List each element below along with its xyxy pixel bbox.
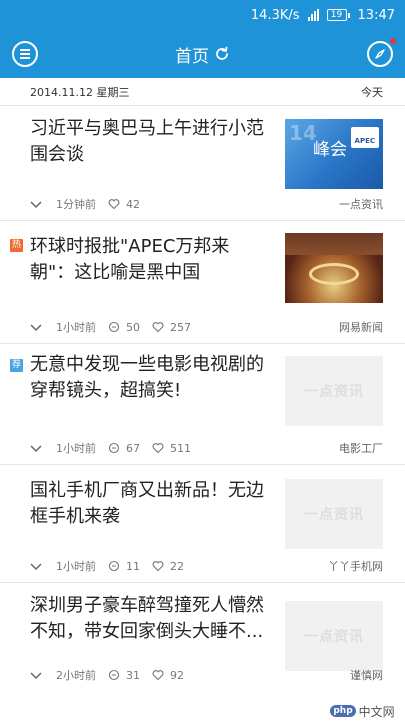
- comment-count: 67: [126, 441, 140, 455]
- chevron-down-icon[interactable]: [30, 670, 42, 680]
- heart-icon[interactable]: [152, 442, 164, 454]
- php-logo: php: [330, 705, 356, 717]
- page-title: 首页: [175, 46, 209, 67]
- clock: 13:47: [357, 7, 395, 23]
- signal-icon: [307, 9, 319, 21]
- news-item[interactable]: 深圳男子豪车醉驾撞死人懵然不知，带女回家倒头大睡不... 一点资讯 2小时前 3…: [0, 583, 405, 703]
- recommend-tag: 荐: [10, 359, 23, 372]
- news-meta: 1分钟前 42 一点资讯: [30, 196, 383, 212]
- news-time: 1小时前: [56, 321, 96, 334]
- comment-icon[interactable]: [108, 321, 120, 333]
- today-label: 今天: [361, 85, 383, 99]
- news-title[interactable]: 环球时报批"APEC万邦来朝"：这比喻是黑中国: [30, 234, 270, 286]
- news-thumbnail[interactable]: 一点资讯: [285, 479, 383, 549]
- news-source: 谨慎网: [350, 669, 383, 682]
- thumbnail-placeholder: 一点资讯: [304, 507, 364, 523]
- hot-tag: 热: [10, 239, 23, 252]
- news-source: 网易新闻: [339, 321, 383, 334]
- like-count: 42: [126, 197, 140, 211]
- thumbnail-placeholder: 一点资讯: [304, 629, 364, 645]
- app-bar: 首页: [0, 30, 405, 78]
- comment-icon[interactable]: [108, 560, 120, 572]
- news-meta: 1小时前 11 22 丫丫手机网: [30, 558, 383, 574]
- date-bar: 2014.11.12 星期三 今天: [0, 78, 405, 106]
- news-item[interactable]: 国礼手机厂商又出新品！无边框手机来袭 一点资讯 1小时前 11 22 丫丫手机网: [0, 465, 405, 583]
- heart-icon[interactable]: [152, 560, 164, 572]
- news-source: 一点资讯: [339, 198, 383, 211]
- news-time: 1小时前: [56, 442, 96, 455]
- watermark-text: 中文网: [358, 704, 395, 719]
- news-title[interactable]: 无意中发现一些电影电视剧的穿帮镜头，超搞笑!: [30, 352, 270, 404]
- news-time: 1分钟前: [56, 198, 96, 211]
- news-time: 1小时前: [56, 560, 96, 573]
- like-count: 511: [170, 441, 191, 455]
- explore-button[interactable]: [367, 41, 393, 67]
- status-bar: 14.3K/s 19 13:47: [0, 0, 405, 30]
- news-source: 电影工厂: [339, 442, 383, 455]
- like-count: 92: [170, 668, 184, 682]
- news-title[interactable]: 习近平与奥巴马上午进行小范围会谈: [30, 116, 270, 168]
- news-thumbnail[interactable]: 14 峰会 APEC: [285, 119, 383, 189]
- news-meta: 1小时前 67 511 电影工厂: [30, 440, 383, 456]
- news-item[interactable]: 习近平与奥巴马上午进行小范围会谈 14 峰会 APEC 1分钟前 42 一点资讯: [0, 106, 405, 221]
- menu-button[interactable]: [12, 41, 38, 67]
- page-title-area: 首页: [175, 42, 230, 67]
- news-time: 2小时前: [56, 669, 96, 682]
- news-title[interactable]: 深圳男子豪车醉驾撞死人懵然不知，带女回家倒头大睡不...: [30, 593, 270, 645]
- chevron-down-icon[interactable]: [30, 199, 42, 209]
- network-speed: 14.3K/s: [250, 7, 300, 23]
- thumb-caption: 峰会: [313, 140, 347, 160]
- news-source: 丫丫手机网: [328, 560, 383, 573]
- news-thumbnail[interactable]: 一点资讯: [285, 601, 383, 671]
- news-feed: 习近平与奥巴马上午进行小范围会谈 14 峰会 APEC 1分钟前 42 一点资讯…: [0, 106, 405, 703]
- news-thumbnail[interactable]: [285, 233, 383, 303]
- notification-dot: [390, 38, 396, 44]
- comment-count: 31: [126, 668, 140, 682]
- heart-icon[interactable]: [152, 669, 164, 681]
- heart-icon[interactable]: [152, 321, 164, 333]
- refresh-icon[interactable]: [214, 46, 230, 62]
- news-item[interactable]: 热 环球时报批"APEC万邦来朝"：这比喻是黑中国 1小时前 50 257 网易…: [0, 221, 405, 344]
- news-title[interactable]: 国礼手机厂商又出新品！无边框手机来袭: [30, 478, 270, 530]
- battery-level: 19: [326, 9, 347, 21]
- news-meta: 2小时前 31 92 谨慎网: [30, 667, 383, 683]
- date-label: 2014.11.12 星期三: [30, 85, 130, 99]
- like-count: 22: [170, 559, 184, 573]
- comment-icon[interactable]: [108, 669, 120, 681]
- news-thumbnail[interactable]: 一点资讯: [285, 356, 383, 426]
- thumbnail-placeholder: 一点资讯: [304, 384, 364, 400]
- battery-icon: 19: [326, 9, 350, 21]
- comment-count: 11: [126, 559, 140, 573]
- watermark: php 中文网: [320, 700, 405, 722]
- apec-logo: APEC: [350, 127, 379, 148]
- news-meta: 1小时前 50 257 网易新闻: [30, 319, 383, 335]
- heart-icon[interactable]: [108, 198, 120, 210]
- like-count: 257: [170, 320, 191, 334]
- menu-icon: [20, 49, 30, 51]
- chevron-down-icon[interactable]: [30, 443, 42, 453]
- chevron-down-icon[interactable]: [30, 322, 42, 332]
- news-item[interactable]: 荐 无意中发现一些电影电视剧的穿帮镜头，超搞笑! 一点资讯 1小时前 67 51…: [0, 344, 405, 465]
- chevron-down-icon[interactable]: [30, 561, 42, 571]
- comment-icon[interactable]: [108, 442, 120, 454]
- comment-count: 50: [126, 320, 140, 334]
- compass-icon: [375, 49, 385, 59]
